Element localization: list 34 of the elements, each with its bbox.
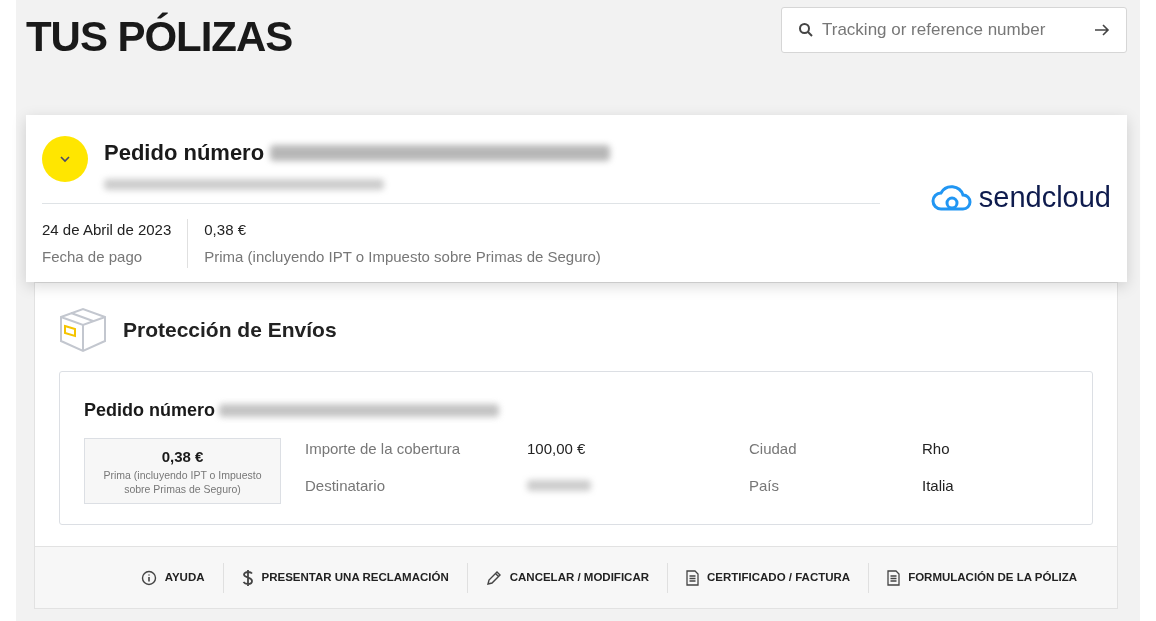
search-icon	[798, 22, 814, 38]
action-button[interactable]: AYUDA	[122, 568, 223, 587]
document-icon	[887, 569, 901, 586]
redacted-text	[527, 479, 591, 491]
chevron-down-icon	[59, 155, 71, 163]
pencil-icon	[485, 569, 502, 586]
action-button[interactable]: FORMULACIÓN DE LA PÓLIZA	[869, 568, 1095, 587]
search-field[interactable]: Tracking or reference number	[822, 17, 1086, 43]
payment-date-label: Fecha de pago	[42, 246, 144, 267]
premium-label: Prima (incluyendo IPT o Impuesto sobre Primas de Seguro)	[102, 468, 263, 497]
section-title: Protección de Envíos	[123, 317, 337, 344]
order-title: Pedido número	[104, 139, 265, 167]
search-bar[interactable]: Tracking or reference number	[781, 7, 1127, 53]
field-label: Destinatario	[305, 475, 387, 496]
box-icon	[59, 307, 107, 353]
arrow-right-icon[interactable]	[1094, 23, 1110, 37]
action-button[interactable]: CANCELAR / MODIFICAR	[467, 568, 667, 587]
premium-amount: 0,38 €	[204, 220, 247, 240]
field-label: País	[749, 475, 780, 496]
field-value: Italia	[922, 475, 954, 496]
premium-label: Prima (incluyendo IPT o Impuesto sobre Primas de Seguro)	[204, 246, 601, 267]
action-button[interactable]: CERTIFICADO / FACTURA	[668, 568, 869, 587]
info-icon	[140, 569, 157, 586]
sendcloud-logo: sendcloud	[912, 183, 1127, 212]
order-title: Pedido número	[84, 399, 215, 422]
premium-amount: 0,38 €	[161, 446, 204, 467]
payment-date: 24 de Abril de 2023	[42, 220, 172, 240]
field-label: Ciudad	[749, 439, 798, 459]
field-value: Rho	[922, 439, 951, 459]
document-icon	[686, 569, 699, 586]
field-label: Importe de la cobertura	[305, 439, 462, 459]
action-button[interactable]: PRESENTAR UNA RECLAMACIÓN	[223, 568, 467, 587]
dollar-icon	[241, 568, 254, 587]
field-value: 100,00 €	[527, 439, 587, 459]
